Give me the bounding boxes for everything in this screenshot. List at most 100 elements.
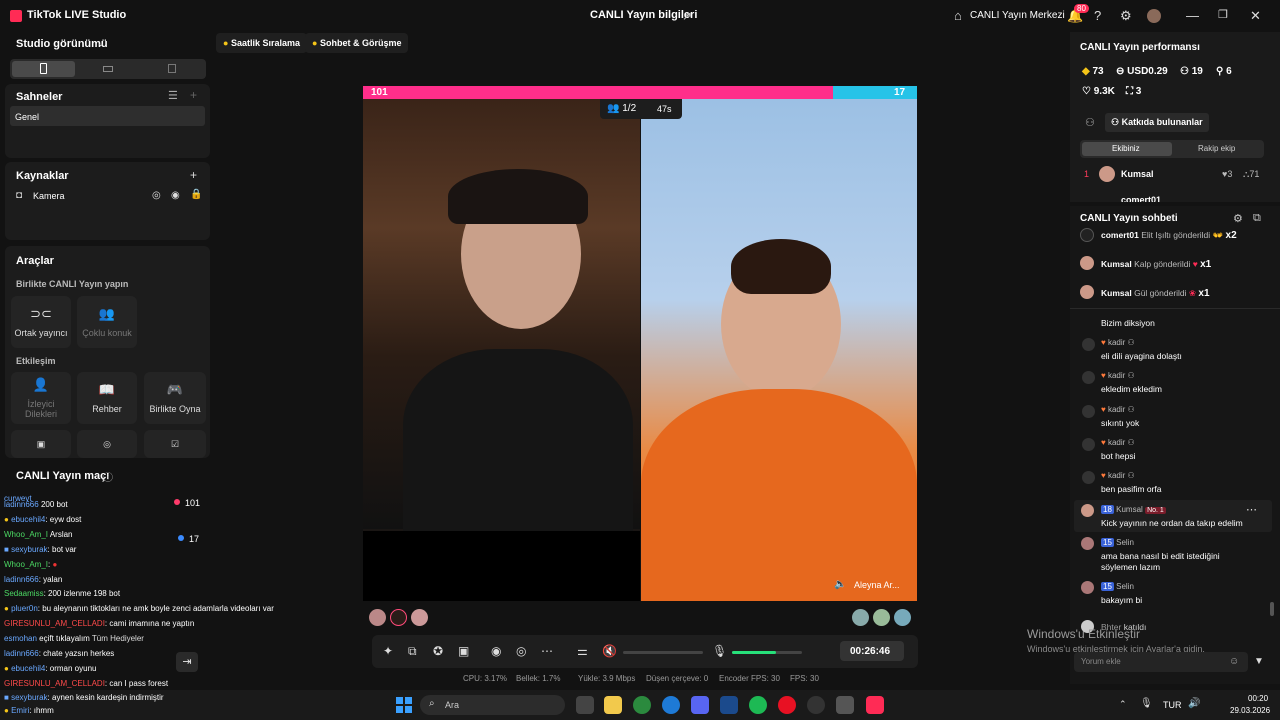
chevron-up-icon[interactable]: ⌃ bbox=[1119, 699, 1127, 710]
broadcast-icon[interactable]: ◎ bbox=[516, 644, 526, 658]
diamond-icon: ◆ bbox=[1082, 66, 1090, 77]
gifter-avatar[interactable] bbox=[411, 609, 428, 626]
profile-avatar[interactable] bbox=[1147, 9, 1161, 23]
play-together-button[interactable]: 🎮 Birlikte Oyna bbox=[144, 372, 206, 424]
chat-meet-chip[interactable]: ● Sohbet & Görüşme bbox=[305, 33, 409, 53]
chat-username: 15 Selin bbox=[1101, 538, 1134, 547]
chevron-down-icon[interactable]: ⌄ bbox=[97, 38, 105, 49]
filter-icon[interactable]: ▼ bbox=[1254, 656, 1264, 667]
add-source-icon[interactable]: + bbox=[190, 168, 197, 182]
scenes-title: Sahneler bbox=[16, 91, 63, 103]
discord-icon[interactable] bbox=[691, 696, 709, 714]
more-icon[interactable]: ⋯ bbox=[541, 644, 553, 658]
phone-icon bbox=[40, 63, 47, 74]
spotify-icon[interactable] bbox=[749, 696, 767, 714]
gifter-avatar[interactable] bbox=[852, 609, 869, 626]
gifter-avatar[interactable] bbox=[894, 609, 911, 626]
maximize-icon[interactable]: ❐ bbox=[1218, 8, 1228, 21]
tool-button-7[interactable]: ▣ bbox=[11, 430, 71, 458]
chat-username: ♥ kadir ⚇ bbox=[1101, 471, 1135, 480]
eye-icon[interactable]: ◉ bbox=[171, 190, 180, 201]
help-icon[interactable]: ⓘ bbox=[103, 469, 113, 484]
multi-guest-button[interactable]: 👥 Çoklu konuk bbox=[77, 296, 137, 348]
app-icon[interactable] bbox=[720, 696, 738, 714]
edge-icon[interactable] bbox=[662, 696, 680, 714]
split-layout-icon[interactable] bbox=[168, 64, 176, 73]
mic-icon[interactable]: 🎙 bbox=[712, 644, 727, 658]
task-view-icon[interactable] bbox=[576, 696, 594, 714]
chat-message: sıkıntı yok bbox=[1101, 418, 1140, 428]
effects-icon[interactable]: ✪ bbox=[433, 644, 443, 658]
more-icon[interactable]: ⋯ bbox=[1246, 503, 1257, 516]
settings-icon[interactable] bbox=[836, 696, 854, 714]
emoji-icon[interactable]: ☺ bbox=[1229, 656, 1239, 667]
fps-stat: FPS: 30 bbox=[790, 674, 819, 683]
gifter-avatar[interactable] bbox=[873, 609, 890, 626]
mute-icon[interactable]: 🔇 bbox=[602, 644, 617, 658]
language-indicator[interactable]: TUR bbox=[1163, 700, 1182, 710]
taskbar-search[interactable] bbox=[420, 695, 565, 715]
add-scene-icon[interactable]: + bbox=[190, 88, 197, 102]
gifter-avatar[interactable] bbox=[369, 609, 386, 626]
chat-username: ♥ kadir ⚇ bbox=[1101, 405, 1135, 414]
tab-your-team-label: Ekibiniz bbox=[1112, 144, 1140, 153]
chat-message: ekledim ekledim bbox=[1101, 384, 1162, 394]
record-icon[interactable]: ◉ bbox=[491, 644, 501, 658]
users-icon: ⚇ bbox=[1180, 66, 1189, 77]
heart-badge-icon: ♥ bbox=[1101, 371, 1106, 380]
gear-icon[interactable]: ⚙ bbox=[1233, 212, 1243, 225]
exit-icon[interactable]: ⇥ bbox=[176, 652, 198, 672]
clock-date[interactable]: 29.03.2026 bbox=[1230, 706, 1270, 715]
magic-wand-icon[interactable]: ✦ bbox=[383, 644, 393, 658]
tools-title: Araçlar bbox=[16, 255, 54, 267]
speaker-icon[interactable]: 🔈 bbox=[834, 579, 846, 590]
rank-number: 1 bbox=[1084, 169, 1090, 179]
studio-view-title[interactable]: Studio görünümü bbox=[16, 38, 108, 50]
share-icon[interactable]: ↗ bbox=[682, 9, 692, 23]
hourly-ranking-chip[interactable]: ● Saatlik Sıralama bbox=[216, 33, 307, 53]
target-icon[interactable]: ◎ bbox=[152, 190, 161, 201]
landscape-icon[interactable] bbox=[103, 66, 113, 72]
settings-sliders-icon[interactable]: ⚌ bbox=[577, 644, 588, 658]
co-host-button[interactable]: ⊃⊂ Ortak yayıncı bbox=[11, 296, 71, 348]
gifter-avatar[interactable] bbox=[390, 609, 407, 626]
viewer-wishes-button[interactable]: 👤 İzleyici Dilekleri bbox=[11, 372, 71, 424]
tab-rival-team[interactable]: Rakip ekip bbox=[1198, 144, 1235, 153]
guide-button[interactable]: 📖 Rehber bbox=[77, 372, 137, 424]
chrome-icon[interactable] bbox=[633, 696, 651, 714]
tool-button-9[interactable]: ☑ bbox=[144, 430, 206, 458]
tiktok-live-icon[interactable] bbox=[866, 696, 884, 714]
lock-icon[interactable]: 🔒 bbox=[190, 189, 202, 200]
chat-line: ● pluer0n: bu aleynanın tiktokları ne am… bbox=[4, 604, 274, 613]
mic-icon[interactable]: 🎙 bbox=[1140, 698, 1153, 709]
scene-item[interactable] bbox=[10, 106, 205, 126]
file-explorer-icon[interactable] bbox=[604, 696, 622, 714]
scene-icon[interactable]: ⧉ bbox=[408, 644, 417, 659]
battle-right-score: 17 bbox=[894, 87, 906, 98]
chat-line: ● ebucehil4: orman oyunu bbox=[4, 664, 97, 673]
minimize-icon[interactable]: — bbox=[1186, 8, 1199, 23]
level-badge: 15 bbox=[1101, 582, 1114, 591]
source-camera-label[interactable]: Kamera bbox=[33, 191, 65, 201]
speaker-icon[interactable]: 🔊 bbox=[1188, 698, 1200, 709]
media-icon[interactable]: ▣ bbox=[458, 644, 469, 658]
person-settings-icon[interactable]: ⚇ bbox=[1085, 116, 1095, 129]
tool-button-8[interactable]: ◎ bbox=[77, 430, 137, 458]
steam-icon[interactable] bbox=[807, 696, 825, 714]
rank-user: Kumsal bbox=[1121, 169, 1154, 179]
help-icon[interactable]: ? bbox=[1094, 8, 1101, 23]
camera-icon: ◘ bbox=[16, 190, 23, 201]
gear-icon[interactable]: ⚙ bbox=[1120, 8, 1132, 24]
chat-scrollbar[interactable] bbox=[1270, 602, 1274, 616]
clock-time[interactable]: 00:20 bbox=[1248, 694, 1268, 703]
avatar bbox=[1080, 256, 1094, 270]
home-icon[interactable]: ⌂ bbox=[954, 8, 962, 23]
volume-slider[interactable] bbox=[623, 651, 703, 654]
list-icon[interactable]: ☰ bbox=[168, 89, 178, 102]
live-center-link[interactable]: CANLI Yayın Merkezi bbox=[970, 10, 1065, 21]
opera-icon[interactable] bbox=[778, 696, 796, 714]
co-host-label: Ortak yayıncı bbox=[14, 328, 68, 338]
close-icon[interactable]: ✕ bbox=[1250, 8, 1261, 24]
windows-start-icon[interactable] bbox=[396, 697, 412, 713]
popout-icon[interactable]: ⧉ bbox=[1253, 212, 1261, 225]
